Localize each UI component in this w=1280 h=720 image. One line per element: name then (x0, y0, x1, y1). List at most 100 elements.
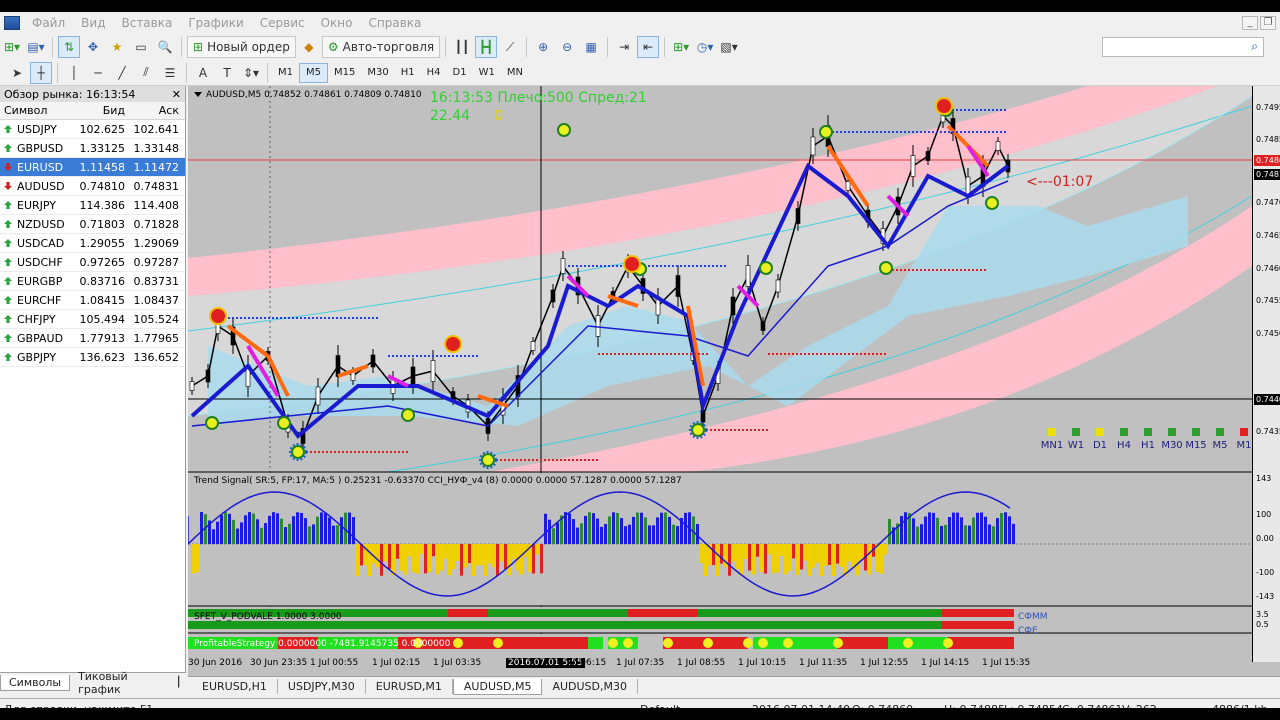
menu-insert[interactable]: Вставка (113, 16, 180, 30)
mtf-label: MN1 (1040, 440, 1064, 451)
market-watch-row[interactable]: EURCHF 1.08415 1.08437 (0, 291, 185, 310)
timeframe-m30[interactable]: M30 (361, 63, 394, 83)
chart-window[interactable]: AUDUSD,M5 0.74852 0.74861 0.74809 0.7481… (188, 86, 1280, 676)
chart-tab[interactable]: USDJPY,M30 (278, 679, 366, 694)
auto-trading-icon: ⚙ (327, 40, 339, 54)
periods-icon[interactable]: ◷▾ (694, 36, 716, 58)
search-input[interactable]: ⌕ (1102, 37, 1264, 57)
auto-trading-button[interactable]: ⚙ Авто-торговля (321, 36, 441, 58)
signal-marker (557, 123, 571, 137)
signal-marker (879, 261, 893, 275)
templates-icon[interactable]: ▧▾ (718, 36, 740, 58)
mtf-cell: W1 (1064, 428, 1088, 451)
histogram-bar (856, 544, 859, 576)
data-window-icon[interactable]: ✥ (82, 36, 104, 58)
chart-tab[interactable]: AUDUSD,M5 (452, 678, 543, 695)
trendline-icon[interactable]: ╱ (111, 62, 133, 84)
time-axis[interactable]: 30 Jun 2016 30 Jun 23:35 1 Jul 00:55 1 Jul … (188, 652, 1252, 676)
tab-symbols[interactable]: Символы (0, 674, 71, 691)
timeframe-m1[interactable]: M1 (272, 63, 299, 83)
chart-shift-icon[interactable]: ⇥ (613, 36, 635, 58)
channel-icon[interactable]: ⫽ (135, 62, 157, 84)
market-watch-row[interactable]: EURJPY 114.386 114.408 (0, 196, 185, 215)
menu-file[interactable]: Файл (24, 16, 73, 30)
market-watch-icon[interactable]: ⇅ (58, 36, 80, 58)
text-icon[interactable]: A (192, 62, 214, 84)
market-watch-row[interactable]: CHFJPY 105.494 105.524 (0, 310, 185, 329)
terminal-icon[interactable]: ▭ (130, 36, 152, 58)
text-label-icon[interactable]: T (216, 62, 238, 84)
vertical-line-icon[interactable]: │ (63, 62, 85, 84)
chart-tab[interactable]: EURUSD,M1 (366, 679, 453, 694)
histogram-bar (352, 517, 355, 544)
metaeditor-icon[interactable]: ◆ (298, 36, 320, 58)
strategy-tester-icon[interactable]: 🔍 (154, 36, 176, 58)
col-symbol[interactable]: Символ (0, 104, 68, 117)
line-chart-icon[interactable]: ⟋ (499, 36, 521, 58)
market-watch-row[interactable]: USDJPY 102.625 102.641 (0, 120, 185, 139)
menu-window[interactable]: Окно (313, 16, 361, 30)
market-watch-row[interactable]: EURGBP 0.83716 0.83731 (0, 272, 185, 291)
minimize-icon[interactable]: _ (1242, 16, 1258, 30)
chart-tab[interactable]: AUDUSD,M30 (542, 679, 638, 694)
tabs-scroll-icon[interactable]: ▏ (178, 677, 186, 688)
mtf-square (1216, 428, 1224, 436)
market-watch-row[interactable]: GBPJPY 136.623 136.652 (0, 348, 185, 367)
zoom-out-icon[interactable]: ⊖ (556, 36, 578, 58)
indicators-icon[interactable]: ⊞▾ (670, 36, 692, 58)
tile-windows-icon[interactable]: ▦ (580, 36, 602, 58)
indicator-scale-label: 143 (1256, 474, 1272, 483)
zoom-in-icon[interactable]: ⊕ (532, 36, 554, 58)
histogram-bar (944, 524, 947, 544)
maximize-icon[interactable]: ❐ (1260, 16, 1276, 30)
menu-help[interactable]: Справка (361, 16, 430, 30)
histogram-bar (264, 523, 267, 544)
histogram-bar (720, 544, 723, 564)
timeframe-h1[interactable]: H1 (395, 63, 421, 83)
timeframe-h4[interactable]: H4 (421, 63, 447, 83)
menu-tools[interactable]: Сервис (252, 16, 313, 30)
search-icon[interactable]: ⌕ (1251, 39, 1258, 54)
timeframe-w1[interactable]: W1 (473, 63, 501, 83)
menu-charts[interactable]: Графики (180, 16, 251, 30)
market-watch-row[interactable]: GBPUSD 1.33125 1.33148 (0, 139, 185, 158)
arrow-up-icon (4, 220, 12, 228)
symbol-cell: GBPAUD (0, 332, 68, 345)
close-icon[interactable]: ✕ (172, 88, 181, 101)
fibonacci-icon[interactable]: ☰ (159, 62, 181, 84)
histogram-bar (992, 526, 995, 544)
crosshair-icon[interactable]: ┼ (30, 61, 52, 84)
market-watch-row[interactable]: NZDUSD 0.71803 0.71828 (0, 215, 185, 234)
market-watch-row[interactable]: USDCAD 1.29055 1.29069 (0, 234, 185, 253)
timeframe-m15[interactable]: M15 (328, 63, 361, 83)
chart-tab[interactable]: EURUSD,H1 (192, 679, 278, 694)
timeframe-mn[interactable]: MN (501, 63, 529, 83)
market-watch-row[interactable]: EURUSD 1.11458 1.11472 (0, 158, 185, 177)
col-ask[interactable]: Аск (128, 104, 183, 117)
ohlc-text: AUDUSD,M5 0.74852 0.74861 0.74809 0.7481… (206, 90, 422, 100)
market-watch-row[interactable]: USDCHF 0.97265 0.97287 (0, 253, 185, 272)
bar-chart-icon[interactable]: ┃┃ (451, 36, 473, 58)
menu-view[interactable]: Вид (73, 16, 113, 30)
arrows-icon[interactable]: ⇕▾ (240, 62, 262, 84)
indicator2-tag2: СФЕ (1018, 626, 1038, 636)
navigator-icon[interactable]: ★ (106, 36, 128, 58)
candlestick-icon[interactable]: ┣┫ (475, 36, 498, 58)
horizontal-line-icon[interactable]: ─ (87, 62, 109, 84)
new-chart-icon[interactable]: ⊞▾ (1, 36, 23, 58)
chart-canvas[interactable] (188, 86, 1280, 676)
histogram-bar (760, 544, 763, 572)
autoscroll-icon[interactable]: ⇤ (637, 36, 660, 58)
col-bid[interactable]: Бид (68, 104, 128, 117)
symbol-cell: EURCHF (0, 294, 68, 307)
tab-tick-chart[interactable]: Тиковый график (70, 669, 172, 697)
sell-star-icon (444, 335, 462, 353)
market-watch-row[interactable]: AUDUSD 0.74810 0.74831 (0, 177, 185, 196)
new-order-button[interactable]: ⊞ Новый ордер (187, 36, 296, 58)
cursor-icon[interactable]: ➤ (6, 62, 28, 84)
timeframe-d1[interactable]: D1 (447, 63, 473, 83)
histogram-bar (372, 544, 375, 564)
market-watch-row[interactable]: GBPAUD 1.77913 1.77965 (0, 329, 185, 348)
profiles-icon[interactable]: ▤▾ (25, 36, 47, 58)
timeframe-m5[interactable]: M5 (299, 62, 328, 83)
